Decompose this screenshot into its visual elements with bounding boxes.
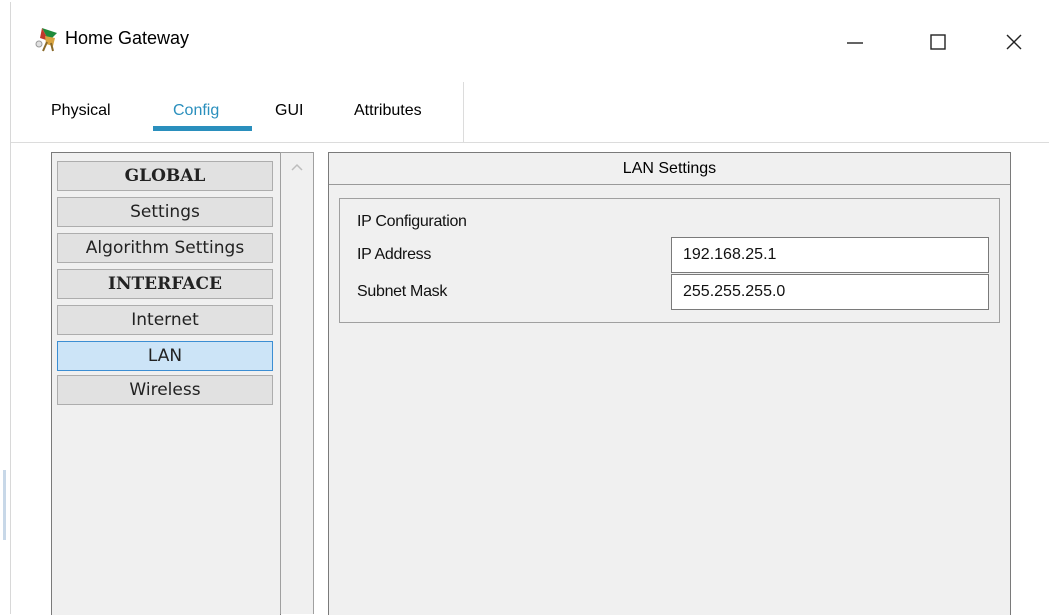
nav-item-internet[interactable]: Internet: [57, 305, 273, 335]
config-nav-list: GLOBAL Settings Algorithm Settings INTER…: [51, 152, 281, 615]
maximize-icon: [930, 34, 946, 50]
title-bar[interactable]: Home Gateway: [11, 2, 1049, 82]
lan-settings-panel: LAN Settings IP Configuration IP Address…: [328, 152, 1011, 615]
ip-address-input[interactable]: [671, 237, 989, 273]
home-gateway-icon: [35, 28, 57, 52]
active-tab-indicator: [153, 126, 252, 131]
minimize-button[interactable]: [825, 12, 885, 72]
ip-address-label: IP Address: [357, 246, 432, 263]
subnet-mask-label: Subnet Mask: [357, 283, 448, 300]
minimize-icon: [847, 42, 863, 44]
nav-item-algorithm-settings[interactable]: Algorithm Settings: [57, 233, 273, 263]
nav-item-settings[interactable]: Settings: [57, 197, 273, 227]
tab-gui[interactable]: GUI: [275, 102, 303, 120]
window-title: Home Gateway: [65, 28, 190, 48]
chevron-up-icon[interactable]: [290, 161, 304, 175]
subnet-mask-input[interactable]: [671, 274, 989, 310]
nav-item-wireless[interactable]: Wireless: [57, 375, 273, 405]
close-button[interactable]: [984, 12, 1044, 72]
tab-physical[interactable]: Physical: [51, 102, 111, 120]
close-icon: [1006, 34, 1022, 50]
nav-scrollbar[interactable]: [280, 152, 314, 614]
nav-header-global[interactable]: GLOBAL: [57, 161, 273, 191]
nav-item-lan[interactable]: LAN: [57, 341, 273, 371]
tab-attributes[interactable]: Attributes: [354, 102, 422, 120]
tab-strip: Physical Config GUI Attributes: [11, 82, 1049, 142]
ip-configuration-label: IP Configuration: [357, 213, 467, 230]
panel-title: LAN Settings: [329, 153, 1010, 185]
ip-configuration-group: IP Configuration IP Address Subnet Mask: [339, 198, 1000, 323]
nav-header-interface[interactable]: INTERFACE: [57, 269, 273, 299]
maximize-button[interactable]: [908, 12, 968, 72]
tab-config[interactable]: Config: [173, 102, 219, 120]
home-gateway-window: Home Gateway Physical Config GUI Attribu…: [0, 0, 1049, 615]
background-window-edge: [3, 470, 6, 540]
